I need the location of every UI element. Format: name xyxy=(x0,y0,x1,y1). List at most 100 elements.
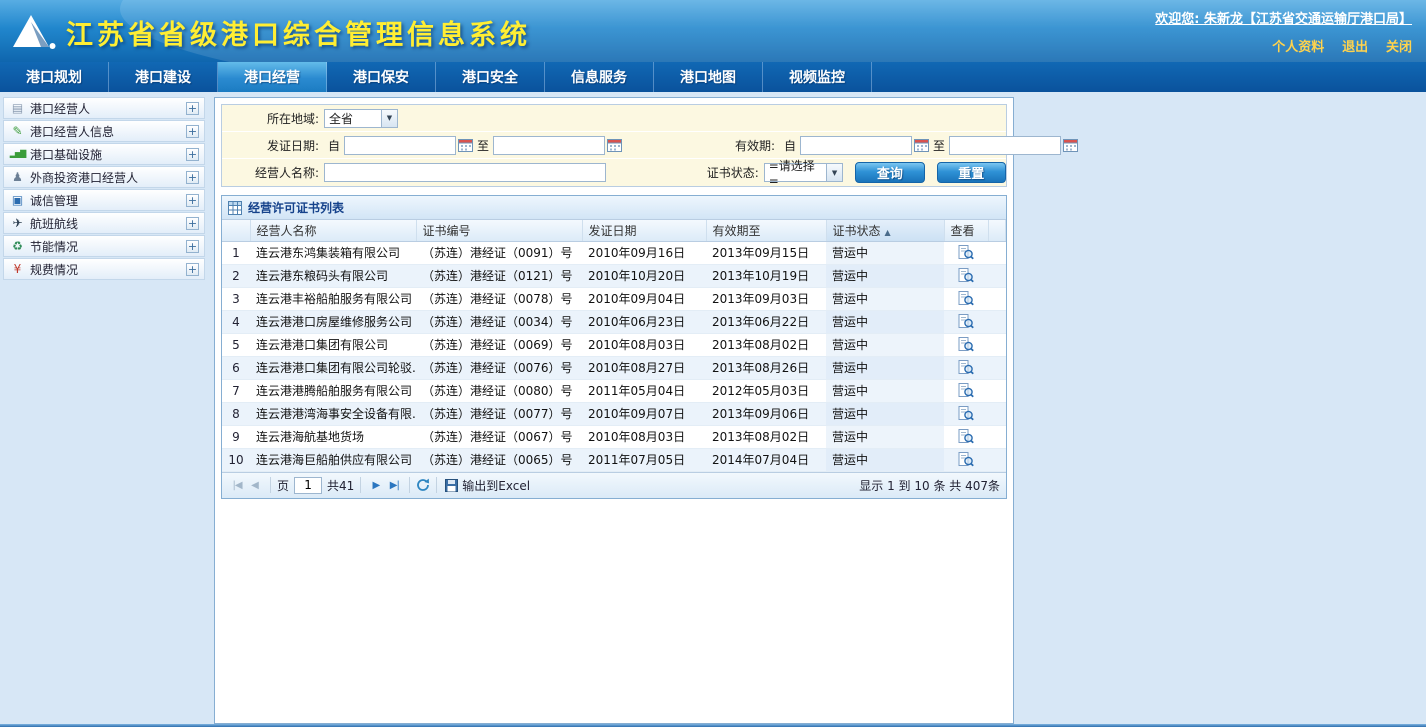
first-page-button[interactable] xyxy=(228,480,246,491)
last-page-button[interactable] xyxy=(385,480,403,491)
header-link-close[interactable]: 关闭 xyxy=(1386,40,1412,55)
expand-plus-icon[interactable] xyxy=(186,194,199,207)
expand-plus-icon[interactable] xyxy=(186,148,199,161)
validity-to-input[interactable] xyxy=(949,136,1061,155)
view-icon[interactable] xyxy=(958,383,974,398)
sidebar-item-operator-info[interactable]: ✎ 港口经营人信息 xyxy=(3,120,205,142)
reset-button[interactable]: 重置 xyxy=(937,162,1006,183)
nav-tab-port-operation[interactable]: 港口经营 xyxy=(218,62,327,92)
column-header-filler xyxy=(988,220,1006,241)
operator-name-cell: 连云港港口房屋维修服务公司 xyxy=(250,310,416,333)
table-row[interactable]: 2 连云港东粮码头有限公司 （苏连）港经证（0121）号 2010年10月20日… xyxy=(222,264,1006,287)
table-row[interactable]: 8 连云港港湾海事安全设备有限... （苏连）港经证（0077）号 2010年0… xyxy=(222,402,1006,425)
column-header-cert-status[interactable]: 证书状态 xyxy=(826,220,944,241)
export-excel-button[interactable]: 输出到Excel xyxy=(445,477,530,494)
operator-name-cell: 连云港港口集团有限公司 xyxy=(250,333,416,356)
sidebar-item-energy-saving[interactable]: ♻ 节能情况 xyxy=(3,235,205,257)
nav-tab-port-safety[interactable]: 港口安全 xyxy=(436,62,545,92)
grid-title: 经营许可证书列表 xyxy=(248,199,344,216)
energy-saving-icon: ♻ xyxy=(9,240,26,252)
table-row[interactable]: 4 连云港港口房屋维修服务公司 （苏连）港经证（0034）号 2010年06月2… xyxy=(222,310,1006,333)
calendar-icon[interactable] xyxy=(458,138,473,152)
nav-tab-video-monitor[interactable]: 视频监控 xyxy=(763,62,872,92)
column-header-valid-until[interactable]: 有效期至 xyxy=(706,220,826,241)
expand-plus-icon[interactable] xyxy=(186,217,199,230)
expand-plus-icon[interactable] xyxy=(186,263,199,276)
valid-until-cell: 2013年08月26日 xyxy=(706,356,826,379)
validity-label: 有效期: xyxy=(622,137,780,154)
issue-date-from-input[interactable] xyxy=(344,136,456,155)
fees-icon: ¥ xyxy=(9,263,26,275)
operator-name-cell: 连云港港腾船舶服务有限公司 xyxy=(250,379,416,402)
refresh-icon xyxy=(416,478,430,492)
sort-asc-icon xyxy=(881,224,891,238)
region-select[interactable]: 全省 xyxy=(324,109,398,128)
operator-name-cell: 连云港东粮码头有限公司 xyxy=(250,264,416,287)
expand-plus-icon[interactable] xyxy=(186,240,199,253)
page-number-input[interactable] xyxy=(294,477,322,494)
nav-tab-port-planning[interactable]: 港口规划 xyxy=(0,62,109,92)
sidebar-item-port-operators[interactable]: ▤ 港口经营人 xyxy=(3,97,205,119)
nav-tab-info-service[interactable]: 信息服务 xyxy=(545,62,654,92)
view-icon[interactable] xyxy=(958,268,974,283)
column-header-view[interactable]: 查看 xyxy=(944,220,988,241)
view-icon[interactable] xyxy=(958,429,974,444)
operator-name-cell: 连云港港口集团有限公司轮驳... xyxy=(250,356,416,379)
query-button[interactable]: 查询 xyxy=(855,162,924,183)
column-header-issue-date[interactable]: 发证日期 xyxy=(582,220,706,241)
cert-status-select[interactable]: =请选择= xyxy=(764,163,843,182)
sidebar-item-fees[interactable]: ¥ 规费情况 xyxy=(3,258,205,280)
app-logo-icon xyxy=(10,12,56,53)
cert-number-cell: （苏连）港经证（0067）号 xyxy=(416,425,582,448)
sidebar-item-foreign-investment-operators[interactable]: ♟ 外商投资港口经营人 xyxy=(3,166,205,188)
sidebar-item-port-infrastructure[interactable]: ▂▅▇ 港口基础设施 xyxy=(3,143,205,165)
calendar-icon[interactable] xyxy=(1063,138,1078,152)
validity-from-input[interactable] xyxy=(800,136,912,155)
table-row[interactable]: 5 连云港港口集团有限公司 （苏连）港经证（0069）号 2010年08月03日… xyxy=(222,333,1006,356)
expand-plus-icon[interactable] xyxy=(186,125,199,138)
operator-info-icon: ✎ xyxy=(9,125,26,137)
prev-page-button[interactable] xyxy=(246,480,264,491)
table-row[interactable]: 7 连云港港腾船舶服务有限公司 （苏连）港经证（0080）号 2011年05月0… xyxy=(222,379,1006,402)
cert-status-cell: 营运中 xyxy=(826,287,944,310)
table-row[interactable]: 3 连云港丰裕船舶服务有限公司 （苏连）港经证（0078）号 2010年09月0… xyxy=(222,287,1006,310)
nav-tabs: 港口规划 港口建设 港口经营 港口保安 港口安全 信息服务 港口地图 视频监控 xyxy=(0,62,1426,92)
expand-plus-icon[interactable] xyxy=(186,102,199,115)
valid-until-cell: 2013年09月15日 xyxy=(706,241,826,264)
table-row[interactable]: 10 连云港海巨船舶供应有限公司 （苏连）港经证（0065）号 2011年07月… xyxy=(222,448,1006,471)
column-header-cert-number[interactable]: 证书编号 xyxy=(416,220,582,241)
nav-tab-port-security[interactable]: 港口保安 xyxy=(327,62,436,92)
operator-name-input[interactable] xyxy=(324,163,606,182)
sidebar-item-credit-management[interactable]: ▣ 诚信管理 xyxy=(3,189,205,211)
next-page-button[interactable] xyxy=(367,480,385,491)
header-link-logout[interactable]: 退出 xyxy=(1342,40,1368,55)
view-icon[interactable] xyxy=(958,360,974,375)
table-row[interactable]: 6 连云港港口集团有限公司轮驳... （苏连）港经证（0076）号 2010年0… xyxy=(222,356,1006,379)
header-link-profile[interactable]: 个人资料 xyxy=(1272,40,1324,55)
view-cell xyxy=(944,448,988,471)
operator-name-cell: 连云港港湾海事安全设备有限... xyxy=(250,402,416,425)
view-icon[interactable] xyxy=(958,245,974,260)
page-label: 页 xyxy=(277,477,289,494)
calendar-icon[interactable] xyxy=(607,138,622,152)
column-header-operator-name[interactable]: 经营人名称 xyxy=(250,220,416,241)
sidebar-item-flight-routes[interactable]: ✈ 航班航线 xyxy=(3,212,205,234)
filler-cell xyxy=(988,264,1006,287)
nav-tab-port-construction[interactable]: 港口建设 xyxy=(109,62,218,92)
view-icon[interactable] xyxy=(958,406,974,421)
issue-date-to-input[interactable] xyxy=(493,136,605,155)
calendar-icon[interactable] xyxy=(914,138,929,152)
nav-tab-port-map[interactable]: 港口地图 xyxy=(654,62,763,92)
view-icon[interactable] xyxy=(958,337,974,352)
license-table: 经营人名称 证书编号 发证日期 有效期至 证书状态 查看 1 连云港东鸿集装箱有… xyxy=(222,220,1006,472)
table-row[interactable]: 9 连云港海航基地货场 （苏连）港经证（0067）号 2010年08月03日 2… xyxy=(222,425,1006,448)
expand-plus-icon[interactable] xyxy=(186,171,199,184)
table-row[interactable]: 1 连云港东鸿集装箱有限公司 （苏连）港经证（0091）号 2010年09月16… xyxy=(222,241,1006,264)
app-header: 江苏省省级港口综合管理信息系统 欢迎您: 朱新龙【江苏省交通运输厅港口局】 个人… xyxy=(0,0,1426,62)
issue-date-cell: 2010年08月27日 xyxy=(582,356,706,379)
row-number: 4 xyxy=(222,310,250,333)
view-icon[interactable] xyxy=(958,314,974,329)
view-icon[interactable] xyxy=(958,291,974,306)
refresh-button[interactable] xyxy=(416,478,430,492)
view-icon[interactable] xyxy=(958,452,974,467)
